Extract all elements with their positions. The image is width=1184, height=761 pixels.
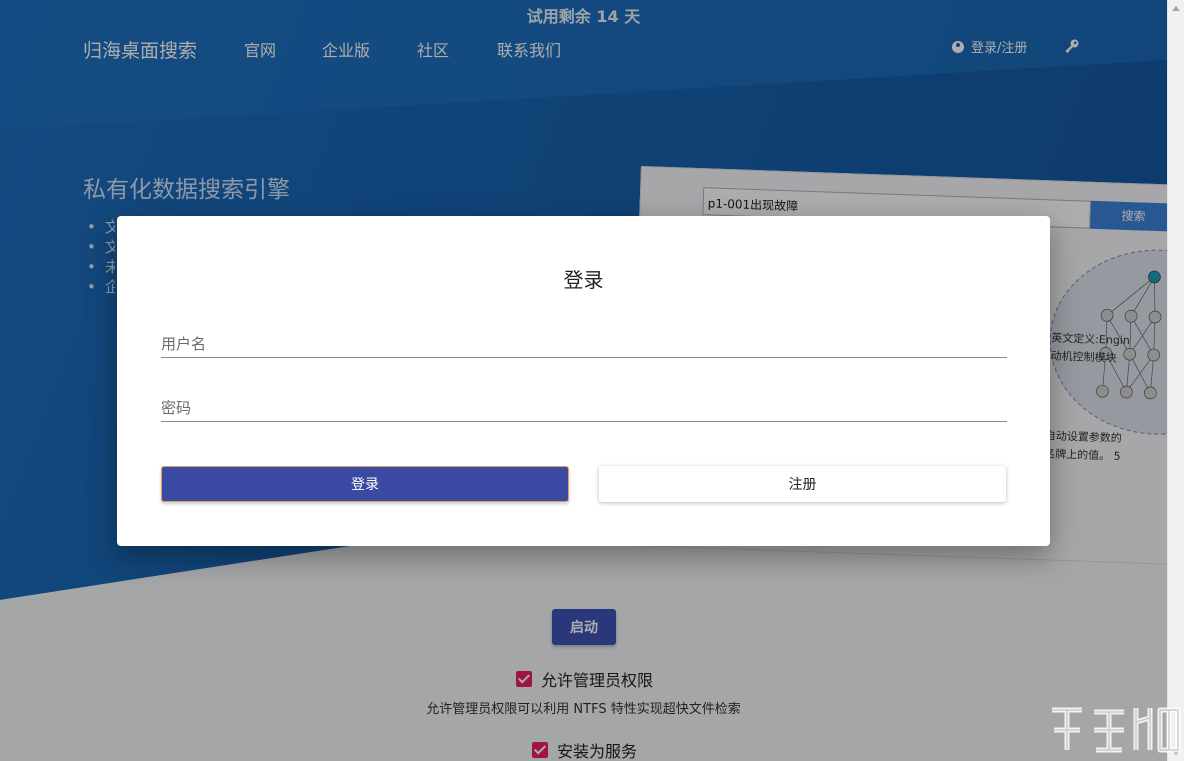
vertical-scrollbar[interactable] <box>1167 0 1184 761</box>
scroll-up-arrow-icon[interactable] <box>1172 6 1180 11</box>
login-dialog: 登录 登录 注册 <box>117 216 1050 546</box>
login-button[interactable]: 登录 <box>161 466 569 502</box>
username-input[interactable] <box>161 322 1007 358</box>
watermark-logo <box>1052 707 1181 753</box>
password-input[interactable] <box>161 386 1007 422</box>
register-button[interactable]: 注册 <box>599 466 1006 502</box>
dialog-title: 登录 <box>563 268 604 292</box>
